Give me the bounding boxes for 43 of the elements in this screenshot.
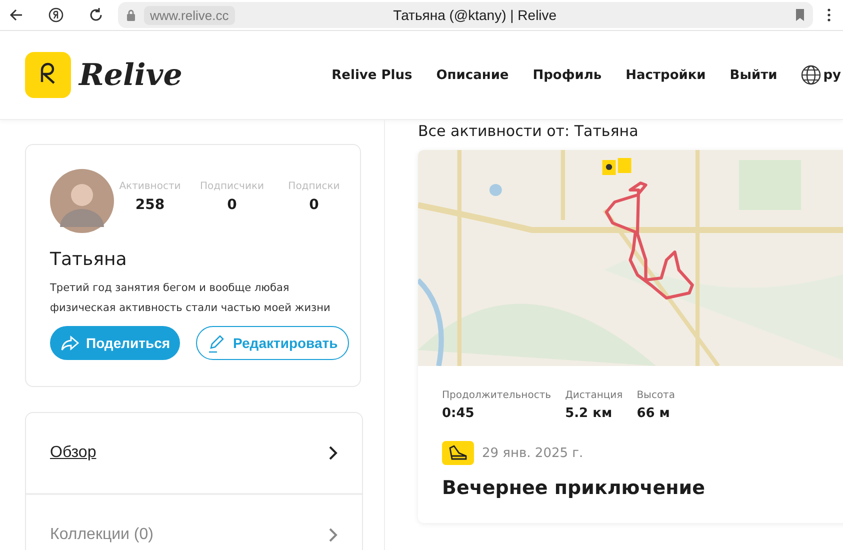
bookmark-icon[interactable] xyxy=(795,9,805,21)
chevron-right-icon xyxy=(328,445,338,461)
logo-wordmark[interactable]: Relive xyxy=(79,58,182,92)
activity-card[interactable]: Продолжительность 0:45 Дистанция 5.2 км Высота 66 м 29 янв. 2025 г. Вечернее приключение xyxy=(418,150,843,523)
activity-stat-label: Дистанция xyxy=(565,390,623,401)
stat-value: 0 xyxy=(227,197,237,213)
menu-item[interactable]: Обзор xyxy=(26,413,362,495)
circle-letter-icon[interactable] xyxy=(48,7,64,23)
language-label[interactable]: ру xyxy=(823,68,841,82)
activity-stat-label: Высота xyxy=(636,390,676,401)
menu-item[interactable]: Коллекции (0) xyxy=(26,495,362,550)
activity-stat-label: Продолжительность xyxy=(442,390,552,401)
stat-label: Подписки xyxy=(288,181,340,192)
logo-icon[interactable] xyxy=(25,52,71,98)
nav-link[interactable]: Настройки xyxy=(626,68,706,82)
activity-date: 29 янв. 2025 г. xyxy=(482,446,584,460)
page-title: Татьяна (@ktany) | Relive xyxy=(392,7,558,23)
avatar xyxy=(50,169,114,233)
nav-link[interactable]: Описание xyxy=(436,68,509,82)
stat-label: Активности xyxy=(119,181,181,192)
stat-label: Подписчики xyxy=(200,181,264,192)
chevron-right-icon xyxy=(328,527,338,543)
nav-link[interactable]: Профиль xyxy=(532,68,602,82)
nav-link[interactable]: Relive Plus xyxy=(332,68,412,82)
reload-icon[interactable] xyxy=(88,7,104,23)
activity-stat-value: 0:45 xyxy=(442,406,476,421)
sneaker-icon xyxy=(442,441,474,465)
activity-title: Вечернее приключение xyxy=(442,477,706,499)
share-arrow-icon xyxy=(60,333,80,353)
feed-heading: Все активности от: Татьяна xyxy=(418,122,640,140)
menu-icon[interactable] xyxy=(827,7,831,23)
activity-stat-value: 66 м xyxy=(636,406,671,421)
profile-name: Татьяна xyxy=(50,249,128,270)
nav-link[interactable]: Выйти xyxy=(730,68,778,82)
activity-stat-value: 5.2 км xyxy=(565,406,614,421)
stat-value: 258 xyxy=(135,197,165,213)
back-icon[interactable] xyxy=(8,7,24,23)
profile-bio: Третий год занятия бегом и вообще любая физическая активность стали частью моей жизни xyxy=(50,281,332,316)
url-text: www.relive.cc xyxy=(144,6,235,24)
address-bar[interactable]: www.relive.cc Татьяна (@ktany) | Relive xyxy=(118,2,813,28)
stat-value: 0 xyxy=(309,197,319,213)
lock-icon xyxy=(126,9,136,21)
globe-icon[interactable] xyxy=(801,65,822,85)
